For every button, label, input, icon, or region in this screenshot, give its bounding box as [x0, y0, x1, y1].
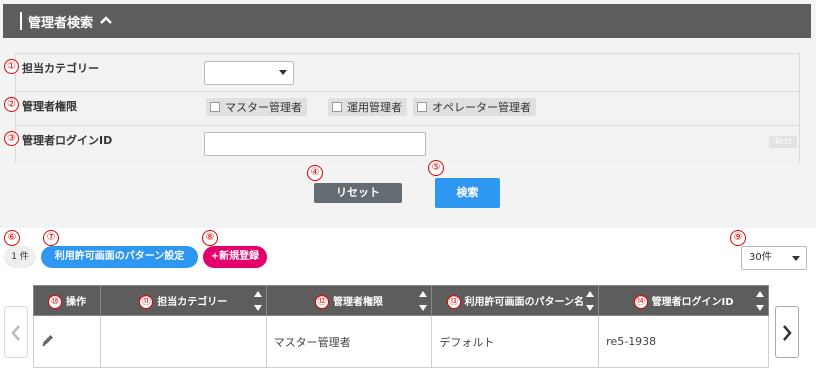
marker-9: ⑨ — [730, 230, 746, 246]
column-header-role[interactable]: ⑫ 管理者権限 — [265, 285, 433, 316]
search-screen: 管理者検索 ① 担当カテゴリー ② 管理者権限 マスター管理者 運用管理者 オペ… — [0, 0, 816, 374]
category-cell — [99, 315, 267, 368]
sort-icon[interactable] — [418, 289, 428, 313]
form-label-category: ① 担当カテゴリー — [4, 54, 198, 91]
login-id-input[interactable] — [204, 132, 426, 156]
column-header-login-id[interactable]: ⑭ 管理者ログインID — [598, 285, 769, 316]
marker-2: ② — [4, 97, 19, 112]
page-title: 管理者検索 — [28, 15, 94, 31]
search-panel-header[interactable]: 管理者検索 — [3, 4, 811, 38]
chevron-up-icon[interactable] — [99, 14, 113, 28]
marker-4: ④ — [307, 165, 323, 181]
form-row-login-id: ③ 管理者ログインID Test — [4, 126, 799, 163]
role-checkbox-operator[interactable]: オペレーター管理者 — [413, 98, 536, 116]
sort-icon[interactable] — [253, 289, 263, 313]
per-page-select[interactable]: 30件 — [741, 246, 807, 270]
caret-down-icon — [792, 256, 800, 261]
role-operation-label: 運用管理者 — [347, 101, 402, 114]
marker-12: ⑫ — [315, 294, 330, 309]
table-row: マスター管理者 デフォルト re5-1938 — [33, 315, 769, 368]
column-label: 利用許可画面のパターン名 — [464, 296, 585, 308]
role-label: 管理者権限 — [22, 100, 77, 113]
marker-3: ③ — [4, 131, 19, 146]
marker-11: ⑪ — [139, 294, 154, 309]
role-master-label: マスター管理者 — [225, 101, 302, 114]
form-row-role: ② 管理者権限 マスター管理者 運用管理者 オペレーター管理者 — [4, 92, 799, 126]
login-id-cell[interactable]: re5-1938 — [598, 315, 769, 368]
category-label: 担当カテゴリー — [22, 62, 99, 75]
sort-icon[interactable] — [585, 289, 595, 313]
marker-10: ⑩ — [47, 294, 62, 309]
marker-7: ⑦ — [43, 230, 59, 246]
search-button[interactable]: 検索 — [435, 178, 500, 208]
column-header-action: ⑩ 操作 — [33, 285, 101, 316]
results-table: ⑩ 操作 ⑪ 担当カテゴリー ⑫ 管理者権限 ⑬ 利用許可画面のパターン名 ⑭ 管理者ログ… — [33, 285, 769, 368]
role-checkbox-master[interactable]: マスター管理者 — [206, 98, 307, 116]
table-header-row: ⑩ 操作 ⑪ 担当カテゴリー ⑫ 管理者権限 ⑬ 利用許可画面のパターン名 ⑭ 管理者ログ… — [33, 285, 769, 316]
chevron-right-icon[interactable] — [775, 306, 799, 358]
checkbox-icon[interactable] — [417, 102, 427, 112]
column-header-category[interactable]: ⑪ 担当カテゴリー — [99, 285, 267, 316]
checkbox-icon[interactable] — [210, 102, 220, 112]
reset-button[interactable]: リセット — [314, 183, 402, 203]
category-select[interactable] — [204, 61, 294, 85]
form-label-login-id: ③ 管理者ログインID — [4, 126, 198, 163]
form-row-category: ① 担当カテゴリー — [4, 54, 799, 92]
role-cell: マスター管理者 — [265, 315, 433, 368]
sort-icon[interactable] — [755, 289, 765, 313]
checkbox-icon[interactable] — [332, 102, 342, 112]
result-count-badge: 1 件 — [4, 246, 36, 268]
column-header-pattern[interactable]: ⑬ 利用許可画面のパターン名 — [431, 285, 600, 316]
header-accent-bar — [20, 12, 22, 30]
form-value-category — [198, 54, 799, 91]
column-label: 操作 — [65, 296, 86, 308]
action-cell — [33, 315, 101, 368]
marker-13: ⑬ — [446, 294, 461, 309]
role-checkbox-operation[interactable]: 運用管理者 — [328, 98, 407, 116]
login-id-label: 管理者ログインID — [22, 134, 113, 147]
marker-6: ⑥ — [4, 230, 20, 246]
marker-1: ① — [4, 59, 19, 74]
search-form: ① 担当カテゴリー ② 管理者権限 マスター管理者 運用管理者 オペレーター管理… — [4, 53, 800, 163]
column-label: 管理者ログインID — [651, 296, 734, 308]
column-label: 管理者権限 — [333, 296, 384, 308]
marker-5: ⑤ — [428, 160, 444, 176]
marker-14: ⑭ — [633, 294, 648, 309]
pattern-cell: デフォルト — [431, 315, 600, 368]
per-page-value: 30件 — [749, 252, 772, 263]
column-label: 担当カテゴリー — [157, 296, 228, 308]
chevron-left-icon[interactable] — [4, 306, 28, 358]
form-value-login-id: Test — [198, 126, 799, 163]
form-value-role: マスター管理者 運用管理者 オペレーター管理者 — [198, 92, 799, 125]
role-operator-label: オペレーター管理者 — [432, 101, 531, 114]
form-label-role: ② 管理者権限 — [4, 92, 198, 125]
test-badge: Test — [769, 136, 797, 148]
pencil-icon[interactable] — [41, 332, 55, 351]
marker-8: ⑧ — [202, 230, 218, 246]
pattern-settings-button[interactable]: 利用許可画面のパターン設定 — [41, 246, 198, 268]
caret-down-icon — [279, 70, 287, 75]
new-registration-button[interactable]: +新規登録 — [203, 246, 267, 268]
